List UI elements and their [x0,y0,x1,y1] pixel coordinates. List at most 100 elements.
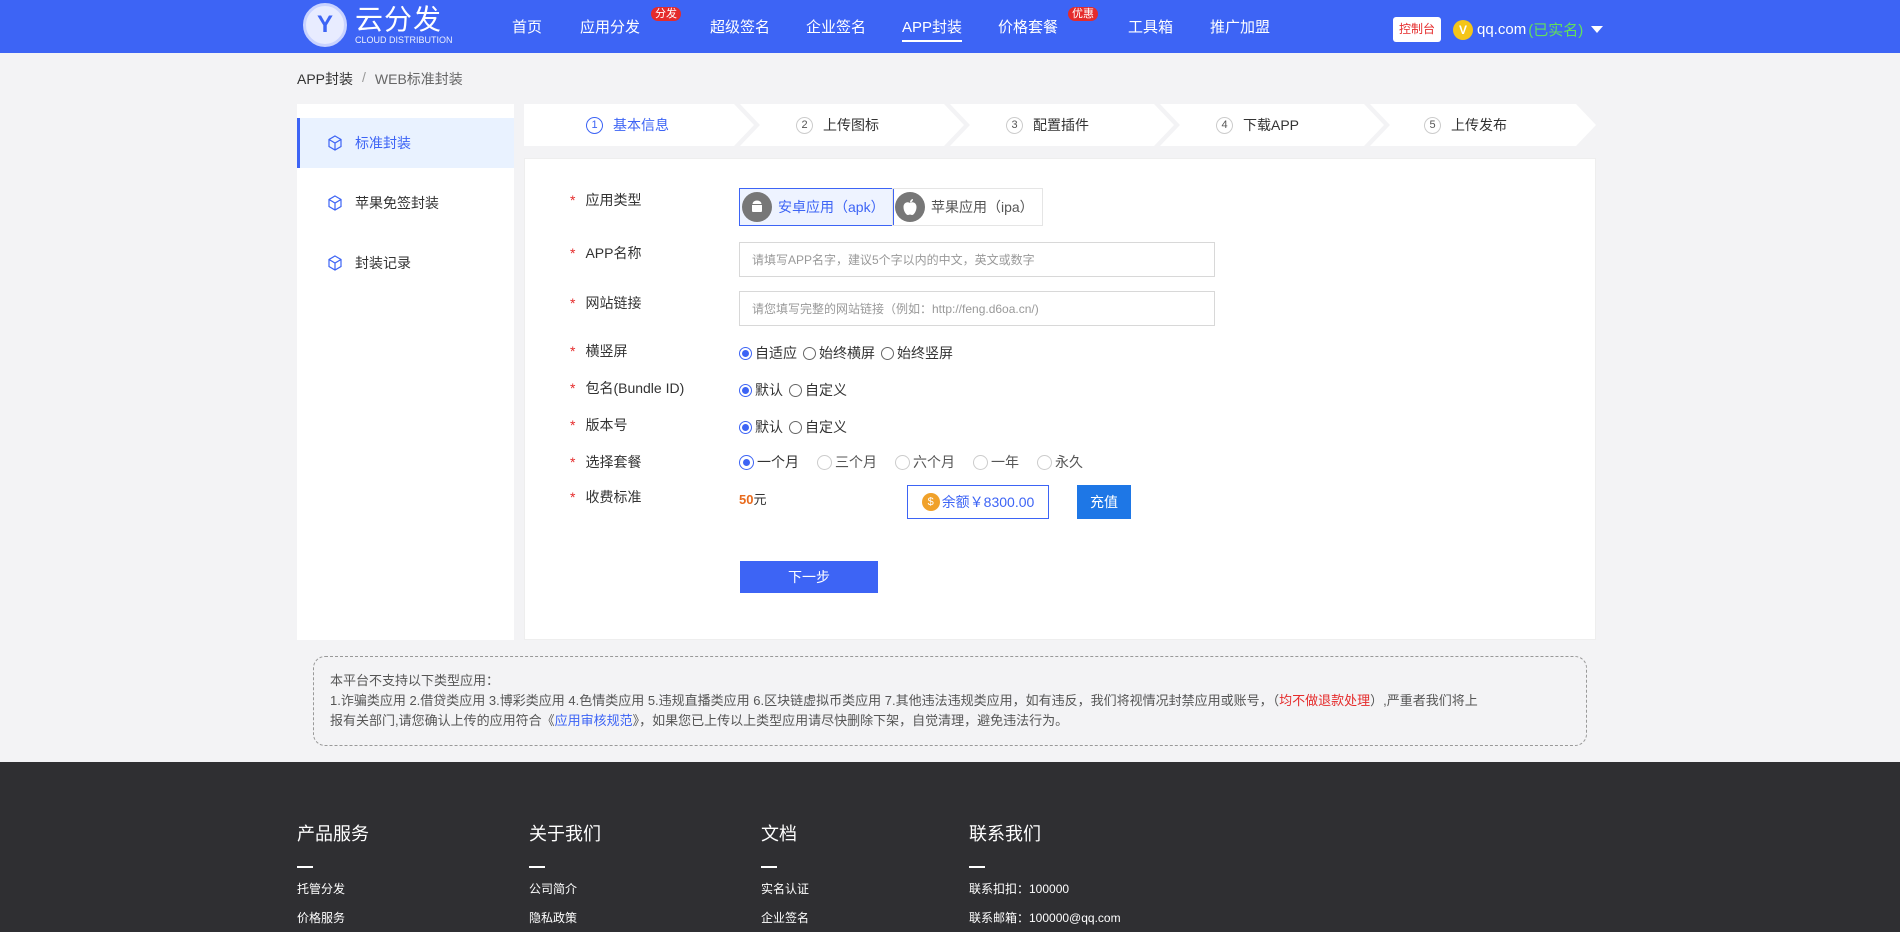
recharge-button[interactable]: 充值 [1077,485,1131,519]
nav-badge-distribution: 分发 [651,7,681,21]
step-download-app[interactable]: 4 下载APP [1216,104,1299,146]
footer-link[interactable]: 实名认证 [761,880,809,897]
footer-divider [969,866,985,868]
nav-affiliate[interactable]: 推广加盟 [1210,0,1270,53]
fee-value: 50元 [739,492,767,507]
chevron-down-icon [1591,26,1604,33]
version-radio-group: 默认 自定义 [739,417,853,437]
notice-body-2: 报有关部门,请您确认上传的应用符合《应用审核规范》，如果您已上传以上类型应用请尽… [330,713,1069,728]
footer-contact-qq: 联系扣扣：100000 [969,882,1070,896]
sidebar: 标准封装 苹果免签封装 封装记录 [297,104,514,640]
plan-label: * 选择套餐 [570,454,642,470]
footer-divider [529,866,545,868]
console-button[interactable]: 控制台 [1393,17,1442,42]
footer-col-products: 产品服务 托管分发 价格服务 [297,824,369,926]
plan-3month-radio[interactable] [817,454,832,470]
verified-status: (已实名) [1528,22,1584,39]
sidebar-item-records[interactable]: 封装记录 [297,238,514,288]
footer-link[interactable]: 企业签名 [761,909,809,926]
breadcrumb: APP封装 / WEB标准封装 [297,69,463,89]
app-name-label: * APP名称 [570,245,642,261]
top-navbar: Y 云分发 CLOUD DISTRIBUTION 首页 应用分发 分发 超级签名… [0,0,1900,53]
plan-forever-radio[interactable] [1037,454,1052,470]
sidebar-item-apple-nosign[interactable]: 苹果免签封装 [297,178,514,228]
apple-icon [895,192,925,222]
plan-radio-group: 一个月 三个月 六个月 一年 永久 [739,452,1101,472]
review-policy-link[interactable]: 应用审核规范 [555,713,633,728]
sidebar-item-label: 苹果免签封装 [355,195,439,211]
bundle-id-radio-group: 默认 自定义 [739,380,853,400]
step-config-plugin[interactable]: 3 配置插件 [1006,104,1089,146]
plan-6month-radio[interactable] [895,454,910,470]
orientation-radio-group: 自适应 始终横屏 始终竖屏 [739,343,959,363]
orientation-portrait-radio[interactable] [881,346,894,360]
version-custom-radio[interactable] [789,420,802,434]
breadcrumb-current: WEB标准封装 [374,71,463,87]
orientation-auto-radio[interactable] [739,346,752,360]
next-step-button[interactable]: 下一步 [740,561,878,593]
sidebar-item-standard-wrap[interactable]: 标准封装 [297,118,514,168]
footer: 产品服务 托管分发 价格服务 关于我们 公司简介 隐私政策 文档 实名认证 企业… [0,762,1900,932]
nav-home[interactable]: 首页 [512,0,542,53]
user-name: qq.com [1477,21,1527,38]
balance-display: $ 余额￥8300.00 [907,485,1049,519]
form-panel: *应用类型 安卓应用（apk） 苹果应用（ipa） *APP名称 *网站链接 *… [524,158,1596,640]
footer-col-contact: 联系我们 联系扣扣：100000 联系邮箱：100000@qq.com [969,824,1121,925]
bundle-id-label: * 包名(Bundle ID) [570,380,685,396]
orientation-label: * 横竖屏 [570,343,628,359]
policy-notice: 本平台不支持以下类型应用： 1.诈骗类应用 2.借贷类应用 3.博彩类应用 4.… [313,656,1587,746]
nav-enterprise-sign[interactable]: 企业签名 [806,0,866,53]
version-default-radio[interactable] [739,420,752,434]
notice-body: 1.诈骗类应用 2.借贷类应用 3.博彩类应用 4.色情类应用 5.违规直播类应… [330,693,1478,708]
nav-super-sign[interactable]: 超级签名 [710,0,770,53]
logo-subtitle: CLOUD DISTRIBUTION [355,35,453,45]
plan-1month-radio[interactable] [739,454,754,470]
step-basic-info[interactable]: 1 基本信息 [586,104,669,146]
plan-1year-radio[interactable] [973,454,988,470]
nav-toolbox[interactable]: 工具箱 [1128,0,1173,53]
version-label: * 版本号 [570,417,628,433]
breadcrumb-separator: / [362,69,366,85]
step-upload-icon[interactable]: 2 上传图标 [796,104,879,146]
logo-mark-icon: Y [303,3,347,47]
app-name-input[interactable] [739,242,1215,277]
fee-label: * 收费标准 [570,489,642,505]
sidebar-item-label: 标准封装 [355,135,411,151]
footer-link[interactable]: 隐私政策 [529,909,601,926]
footer-col-docs: 文档 实名认证 企业签名 [761,824,810,926]
site-url-label: * 网站链接 [570,295,642,311]
step-progress: 1 基本信息 2 上传图标 3 配置插件 4 下载APP 5 上传发布 [524,104,1596,146]
footer-divider [761,866,777,868]
nav-app-distribution[interactable]: 应用分发 分发 [580,0,681,53]
cube-icon [328,195,342,211]
money-bag-icon: $ [921,493,940,511]
site-url-input[interactable] [739,291,1215,326]
footer-contact-email: 联系邮箱：100000@qq.com [969,911,1121,925]
no-refund-warning: 均不做退款处理 [1279,693,1371,708]
step-publish[interactable]: 5 上传发布 [1424,104,1507,146]
nav-badge-discount: 优惠 [1068,7,1098,21]
orientation-landscape-radio[interactable] [803,346,816,360]
footer-link[interactable]: 公司简介 [529,880,601,897]
footer-col-about: 关于我们 公司简介 隐私政策 [529,824,601,926]
sidebar-item-label: 封装记录 [355,255,411,271]
user-menu[interactable]: V qq.com (已实名) [1453,17,1604,42]
bundle-custom-radio[interactable] [789,383,802,397]
logo-title: 云分发 [355,4,443,35]
app-type-ios-option[interactable]: 苹果应用（ipa） [892,188,1043,226]
notice-title: 本平台不支持以下类型应用： [330,673,500,688]
logo[interactable]: Y 云分发 CLOUD DISTRIBUTION [303,3,453,47]
footer-divider [297,866,313,868]
cube-icon [328,255,342,271]
footer-link[interactable]: 价格服务 [297,909,369,926]
vip-icon: V [1453,19,1473,40]
nav-pricing[interactable]: 价格套餐 优惠 [998,0,1098,53]
app-type-android-option[interactable]: 安卓应用（apk） [739,188,894,226]
nav-app-wrap[interactable]: APP封装 [902,0,963,53]
cube-icon [328,135,342,151]
bundle-default-radio[interactable] [739,383,752,397]
footer-link[interactable]: 托管分发 [297,880,369,897]
app-type-label: * 应用类型 [570,192,642,208]
breadcrumb-root[interactable]: APP封装 [297,69,353,89]
android-icon [742,192,772,222]
